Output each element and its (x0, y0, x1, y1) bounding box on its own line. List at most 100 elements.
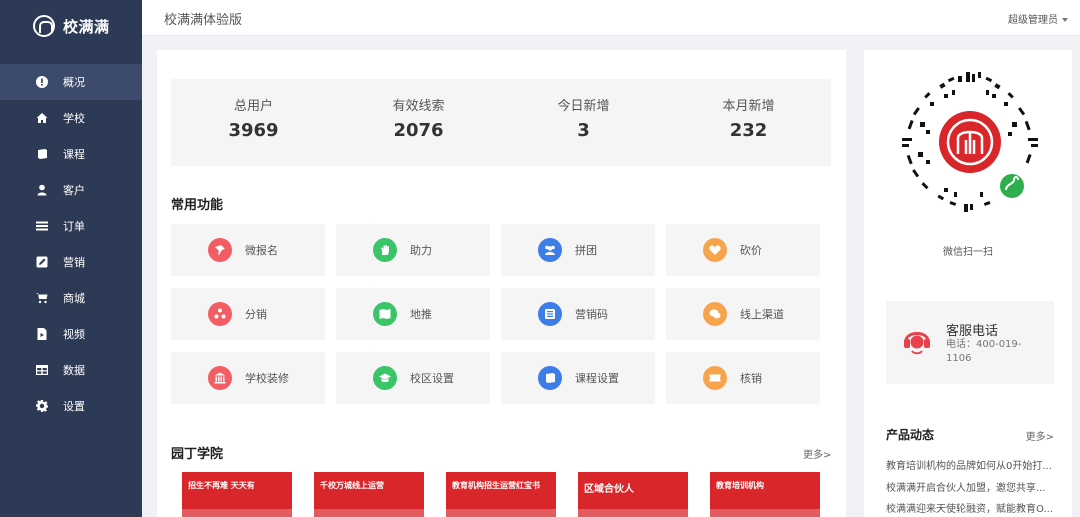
academy-banner[interactable]: 教育培训机构 (710, 472, 820, 517)
brand-name: 校满满 (63, 17, 110, 36)
building-icon (208, 366, 232, 390)
sidebar-item-overview[interactable]: 概况 (0, 64, 142, 100)
func-label: 微报名 (245, 244, 278, 257)
sidebar-item-settings[interactable]: 设置 (0, 388, 142, 424)
banner-text: 招生不再难 天天有 (188, 481, 255, 490)
group-icon (538, 238, 562, 262)
stat-value: 232 (729, 120, 768, 141)
sidebar-item-mall[interactable]: 商城 (0, 280, 142, 316)
func-label: 核销 (740, 372, 762, 385)
academy-banner[interactable]: 区域合伙人 (578, 472, 688, 517)
stat-value: 3 (577, 120, 590, 141)
alert-circle-icon (36, 76, 48, 88)
sidebar-item-order[interactable]: 订单 (0, 208, 142, 244)
page-title: 校满满体验版 (164, 13, 243, 28)
func-card-online-channel[interactable]: 线上渠道 (666, 288, 820, 340)
ticket-icon (703, 366, 727, 390)
book-icon (36, 148, 48, 160)
sidebar-item-school[interactable]: 学校 (0, 100, 142, 136)
func-label: 校区设置 (410, 372, 454, 385)
edit-icon (36, 256, 48, 268)
banner-text: 区域合伙人 (584, 484, 634, 495)
func-card-signup[interactable]: 微报名 (171, 224, 325, 276)
sidebar-item-label: 数据 (63, 364, 85, 377)
user-menu[interactable]: 超级管理员 (1008, 11, 1068, 26)
user-name: 超级管理员 (1008, 15, 1058, 26)
func-card-distribution[interactable]: 分销 (171, 288, 325, 340)
customer-service-card: 客服电话 电话：400-019-1106 (886, 301, 1054, 384)
right-panel: 微信扫一扫 客服电话 电话：400-019-1106 产品动态 更多> 教育培训… (864, 50, 1072, 517)
academy-banner[interactable]: 招生不再难 天天有 (182, 472, 292, 517)
func-label: 学校装修 (245, 372, 289, 385)
sidebar-item-label: 客户 (63, 184, 85, 197)
sidebar-item-label: 概况 (63, 76, 85, 89)
func-card-marketing-code[interactable]: 营销码 (501, 288, 655, 340)
video-file-icon (36, 328, 48, 340)
service-phone[interactable]: 电话：400-019-1106 (946, 338, 1046, 366)
func-label: 营销码 (575, 308, 608, 321)
sidebar-nav: 概况 学校 课程 客户 订单 营销 商城 视频 数据 设置 (0, 64, 142, 424)
table-icon (36, 364, 48, 376)
qrcode-icon (538, 302, 562, 326)
banner-strip (314, 509, 424, 517)
miniprogram-qr-code[interactable] (900, 72, 1040, 212)
chat-icon (703, 302, 727, 326)
func-card-course-settings[interactable]: 课程设置 (501, 352, 655, 404)
sidebar-item-video[interactable]: 视频 (0, 316, 142, 352)
sidebar-item-data[interactable]: 数据 (0, 352, 142, 388)
func-label: 线上渠道 (740, 308, 784, 321)
map-icon (373, 302, 397, 326)
func-card-group-buy[interactable]: 拼团 (501, 224, 655, 276)
func-label: 助力 (410, 244, 432, 257)
func-label: 课程设置 (575, 372, 619, 385)
news-title: 产品动态 (886, 428, 935, 442)
academy-banner[interactable]: 教育机构招生运营红宝书 (446, 472, 556, 517)
func-card-verify[interactable]: 核销 (666, 352, 820, 404)
hand-icon (373, 238, 397, 262)
news-item[interactable]: 教育培训机构的品牌如何从0开始打... (886, 457, 1056, 472)
sidebar-item-course[interactable]: 课程 (0, 136, 142, 172)
banner-text: 教育机构招生运营红宝书 (452, 481, 540, 490)
share-icon (208, 302, 232, 326)
func-card-ground-promo[interactable]: 地推 (336, 288, 490, 340)
stats-bar: 总用户 3969 有效线索 2076 今日新增 3 本月新增 232 (171, 79, 831, 166)
banner-strip (710, 509, 820, 517)
stat-label: 今日新增 (557, 99, 610, 114)
func-card-school-decor[interactable]: 学校装修 (171, 352, 325, 404)
academy-title: 园丁学院 (171, 447, 224, 462)
top-header: 校满满体验版 超级管理员 (142, 0, 1080, 36)
sidebar-item-label: 设置 (63, 400, 85, 413)
stat-month-new: 本月新增 232 (666, 79, 831, 166)
pin-icon (208, 238, 232, 262)
academy-more-link[interactable]: 更多> (803, 446, 831, 461)
news-more-link[interactable]: 更多> (1026, 428, 1054, 443)
sidebar-item-customer[interactable]: 客户 (0, 172, 142, 208)
qr-label: 微信扫一扫 (943, 247, 993, 258)
news-item[interactable]: 校满满迎来天使轮融资，赋能教育O... (886, 500, 1056, 515)
func-card-boost[interactable]: 助力 (336, 224, 490, 276)
heart-icon (703, 238, 727, 262)
news-item[interactable]: 校满满开启合伙人加盟，邀您共享... (886, 479, 1056, 494)
stat-label: 有效线索 (392, 99, 445, 114)
graduation-cap-icon (373, 366, 397, 390)
func-card-bargain[interactable]: 砍价 (666, 224, 820, 276)
functions-title: 常用功能 (171, 198, 224, 213)
stat-today-new: 今日新增 3 (501, 79, 666, 166)
sidebar-item-label: 课程 (63, 148, 85, 161)
func-card-campus-settings[interactable]: 校区设置 (336, 352, 490, 404)
sidebar-item-label: 商城 (63, 292, 85, 305)
stat-label: 本月新增 (722, 99, 775, 114)
brand[interactable]: 校满满 (0, 0, 142, 52)
user-icon (36, 184, 48, 196)
func-label: 地推 (410, 308, 432, 321)
sidebar-item-label: 学校 (63, 112, 85, 125)
sidebar-item-label: 营销 (63, 256, 85, 269)
stat-value: 2076 (393, 120, 444, 141)
banner-text: 千校万城线上运营 (320, 481, 384, 490)
func-label: 分销 (245, 308, 267, 321)
sidebar-item-marketing[interactable]: 营销 (0, 244, 142, 280)
stat-total-users: 总用户 3969 (171, 79, 336, 166)
academy-banner[interactable]: 千校万城线上运营 (314, 472, 424, 517)
gear-icon (36, 400, 48, 412)
banner-strip (446, 509, 556, 517)
